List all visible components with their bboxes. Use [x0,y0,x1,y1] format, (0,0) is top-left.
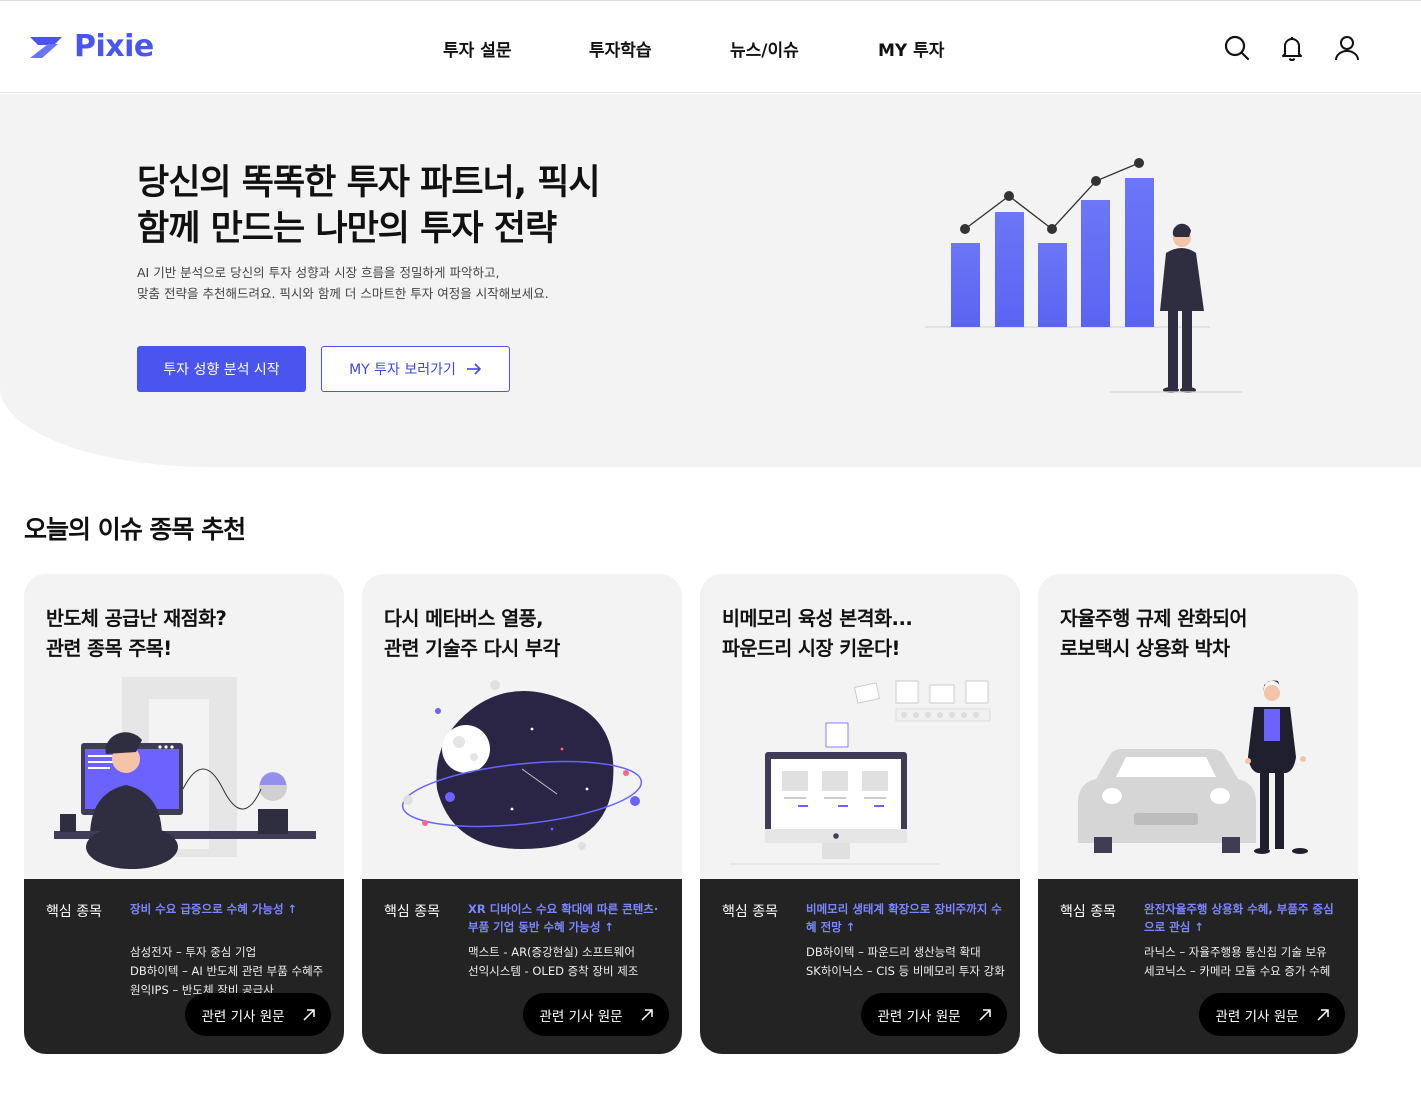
issue-card[interactable]: 반도체 공급난 재점화? 관련 종목 주목! 핵심 종목 장비 수요 급증으로 … [24,574,344,1054]
core-stock-list: DB하이텍 – 파운드리 생산능력 확대 SK하이닉스 – CIS 등 비메모리… [806,943,1005,981]
logo-text: Pixie [74,29,154,64]
core-stocks-label: 핵심 종목 [1060,904,1116,920]
hero-title-line2: 함께 만드는 나만의 투자 전략 [137,209,557,249]
hero-desc-line2: 맞춤 전략을 추천해드려요. 픽시와 함께 더 스마트한 투자 여정을 시작해보… [137,286,549,301]
my-invest-button[interactable]: MY 투자 보러가기 [321,346,510,392]
arrow-right-icon [466,363,482,375]
related-article-button[interactable]: 관련 기사 원문 [185,993,331,1036]
robotaxi-car-illustration [1078,680,1308,854]
core-stock-item: 선익시스템 - OLED 증착 장비 제조 [468,964,639,978]
related-article-button[interactable]: 관련 기사 원문 [523,993,669,1036]
core-headline: 완전자율주행 상용화 수혜, 부품주 중심으로 관심 ↑ [1144,902,1334,934]
core-stock-item: DB하이텍 – 파운드리 생산능력 확대 [806,945,981,959]
nav-learning[interactable]: 투자학습 [589,36,652,61]
related-article-label: 관련 기사 원문 [1215,1008,1299,1025]
card-title-line2: 로보택시 상용화 박차 [1060,637,1230,660]
arrow-up-right-icon [303,1008,315,1021]
start-analysis-button[interactable]: 투자 성향 분석 시작 [137,346,306,392]
related-article-button[interactable]: 관련 기사 원문 [1199,993,1345,1036]
related-article-button[interactable]: 관련 기사 원문 [861,993,1007,1036]
core-stocks-label: 핵심 종목 [384,904,440,920]
card-title-line1: 반도체 공급난 재점화? [46,607,227,630]
foundry-monitor-illustration [730,680,991,865]
core-stock-item: 라닉스 – 자율주행용 통신칩 기술 보유 [1144,945,1327,959]
metaverse-planet-illustration [401,680,643,850]
card-title-line2: 관련 기술주 다시 부각 [384,637,560,660]
card-title: 비메모리 육성 본격화... 파운드리 시장 키운다! [722,604,913,664]
section-title: 오늘의 이슈 종목 추천 [24,515,246,544]
card-title-line1: 다시 메타버스 열풍, [384,607,544,630]
bell-icon[interactable] [1278,34,1306,62]
nav-survey[interactable]: 투자 설문 [443,36,511,61]
card-title: 자율주행 규제 완화되어 로보택시 상용화 박차 [1060,604,1247,664]
core-stocks-label: 핵심 종목 [46,904,102,920]
search-icon[interactable] [1223,34,1251,62]
my-invest-button-label: MY 투자 보러가기 [349,362,456,378]
hero-desc-line1: AI 기반 분석으로 당신의 투자 성향과 시장 흐름을 정밀하게 파악하고, [137,265,500,280]
card-title: 다시 메타버스 열풍, 관련 기술주 다시 부각 [384,604,560,664]
related-article-label: 관련 기사 원문 [877,1008,961,1025]
issue-card[interactable]: 자율주행 규제 완화되어 로보택시 상용화 박차 핵심 종목 완전자율주행 상용… [1038,574,1358,1054]
core-stock-item: 세코닉스 – 카메라 모듈 수요 증가 수혜 [1144,964,1331,978]
hero-description: AI 기반 분석으로 당신의 투자 성향과 시장 흐름을 정밀하게 파악하고, … [137,262,549,304]
core-stock-list: 삼성전자 – 투자 중심 기업 DB하이텍 – AI 반도체 관련 부품 수혜주… [130,943,323,1000]
core-stock-item: SK하이닉스 – CIS 등 비메모리 투자 강화 [806,964,1005,978]
card-title-line1: 자율주행 규제 완화되어 [1060,607,1247,630]
core-stock-item: 삼성전자 – 투자 중심 기업 [130,945,257,959]
core-stocks-label: 핵심 종목 [722,904,778,920]
nav-news[interactable]: 뉴스/이슈 [730,36,799,61]
semiconductor-illustration [54,677,316,869]
nav-my-invest[interactable]: MY 투자 [878,36,944,61]
user-icon[interactable] [1333,34,1361,62]
core-headline: 비메모리 생태계 확장으로 장비주까지 수혜 전망 ↑ [806,902,1002,934]
card-bottom: 핵심 종목 XR 디바이스 수요 확대에 따른 콘텐츠·부품 기업 동반 수혜 … [362,879,682,1054]
hero-title-line1: 당신의 똑똑한 투자 파트너, 픽시 [137,163,601,203]
related-article-label: 관련 기사 원문 [201,1008,285,1025]
core-headline: 장비 수요 급증으로 수혜 가능성 ↑ [130,902,298,916]
card-title: 반도체 공급난 재점화? 관련 종목 주목! [46,604,227,664]
pixie-logo-icon [30,36,62,58]
arrow-up-right-icon [1317,1008,1329,1021]
related-article-label: 관련 기사 원문 [539,1008,623,1025]
hero-growth-chart-illustration [925,158,1242,393]
issue-card[interactable]: 다시 메타버스 열풍, 관련 기술주 다시 부각 핵심 종목 XR 디바이스 수… [362,574,682,1054]
card-bottom: 핵심 종목 비메모리 생태계 확장으로 장비주까지 수혜 전망 ↑ DB하이텍 … [700,879,1020,1054]
header: Pixie 투자 설문 투자학습 뉴스/이슈 MY 투자 [0,0,1421,93]
card-title-line1: 비메모리 육성 본격화... [722,607,913,630]
arrow-up-right-icon [979,1008,991,1021]
card-bottom: 핵심 종목 장비 수요 급증으로 수혜 가능성 ↑ 삼성전자 – 투자 중심 기… [24,879,344,1054]
core-headline: XR 디바이스 수요 확대에 따른 콘텐츠·부품 기업 동반 수혜 가능성 ↑ [468,902,659,934]
core-stock-item: 맥스트 - AR(증강현실) 소프트웨어 [468,945,635,959]
card-title-line2: 파운드리 시장 키운다! [722,637,900,660]
core-stock-list: 맥스트 - AR(증강현실) 소프트웨어 선익시스템 - OLED 증착 장비 … [468,943,638,981]
card-title-line2: 관련 종목 주목! [46,637,172,660]
arrow-up-right-icon [641,1008,653,1021]
card-bottom: 핵심 종목 완전자율주행 상용화 수혜, 부품주 중심으로 관심 ↑ 라닉스 –… [1038,879,1358,1054]
issue-card[interactable]: 비메모리 육성 본격화... 파운드리 시장 키운다! 핵심 종목 비메모리 생… [700,574,1020,1054]
pixie-logo[interactable]: Pixie [28,29,154,64]
core-stock-item: DB하이텍 – AI 반도체 관련 부품 수혜주 [130,964,324,978]
hero-title: 당신의 똑똑한 투자 파트너, 픽시 함께 만드는 나만의 투자 전략 [137,160,601,252]
core-stock-list: 라닉스 – 자율주행용 통신칩 기술 보유 세코닉스 – 카메라 모듈 수요 증… [1144,943,1330,981]
